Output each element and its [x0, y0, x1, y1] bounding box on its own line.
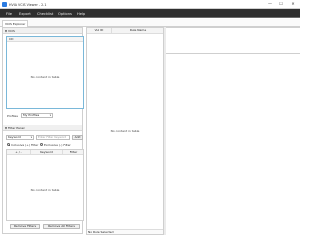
add-filter-button[interactable]: Add: [72, 135, 83, 140]
vcis-section-header[interactable]: ▼VCIS: [3, 28, 82, 34]
inclusive-filter-radio[interactable]: [7, 143, 10, 146]
column-vul-id[interactable]: Vul ID: [87, 28, 112, 34]
rule-status: No Rule Selected: [87, 229, 163, 234]
chevron-down-icon: ▾: [30, 136, 32, 139]
chevron-down-icon: ▼: [5, 30, 7, 33]
exclusive-filter-radio[interactable]: [40, 143, 43, 146]
inclusive-filter-label: Inclusive (+) Filter: [11, 143, 39, 147]
filter-empty-text: No content in table: [30, 188, 60, 192]
chevron-down-icon: ▾: [49, 114, 51, 117]
exclusive-filter-label: Exclusive (-) Filter: [44, 143, 71, 147]
vcis-section-title: VCIS: [8, 29, 15, 33]
filter-table-header: + / - Keyword Filter: [7, 150, 83, 155]
filter-panel-header[interactable]: ▼Filter Panel: [3, 125, 82, 131]
tab-strip: VCIS Explorer: [0, 19, 300, 27]
maximize-button[interactable]: ☐: [276, 0, 286, 8]
remove-all-filters-button[interactable]: Remove All Filters: [43, 224, 80, 229]
title-bar: HVIA VCIS Viewer - 2.1 — ☐ ✕: [0, 0, 300, 9]
filter-panel-title: Filter Panel: [8, 126, 25, 130]
filter-type-value: Keyword: [8, 135, 21, 139]
tab-vcis-explorer[interactable]: VCIS Explorer: [2, 20, 29, 27]
rules-table[interactable]: Vul ID Rule Name No content in table No …: [86, 27, 164, 235]
profiles-select-value: My Profiles: [23, 113, 40, 117]
filter-type-select[interactable]: Keyword ▾: [6, 135, 34, 140]
filter-table[interactable]: + / - Keyword Filter No content in table: [6, 149, 84, 221]
column-filter[interactable]: Filter: [63, 150, 84, 155]
vcis-table[interactable]: CD No content in table: [6, 36, 84, 109]
profiles-label: Profiles: [7, 114, 18, 118]
menu-checklist[interactable]: Checklist: [37, 12, 53, 16]
rule-details-top-pane: [166, 27, 300, 54]
vcis-table-header: CD: [7, 37, 83, 42]
chevron-down-icon: ▼: [5, 127, 7, 130]
close-button[interactable]: ✕: [288, 0, 298, 8]
column-rule-name[interactable]: Rule Name: [112, 28, 164, 34]
left-panel: ▼VCIS CD No content in table Profiles My…: [2, 27, 84, 234]
profiles-select[interactable]: My Profiles ▾: [21, 113, 53, 118]
minimize-button[interactable]: —: [265, 0, 275, 8]
rule-details-pane: [166, 55, 300, 235]
rules-empty-text: No content in table: [110, 129, 140, 133]
remove-filters-button[interactable]: Remove Filters: [10, 224, 40, 229]
menu-export[interactable]: Export: [19, 12, 31, 16]
column-keyword[interactable]: Keyword: [31, 150, 63, 155]
menu-help[interactable]: Help: [77, 12, 85, 16]
menu-options[interactable]: Options: [58, 12, 72, 16]
filter-keyword-input[interactable]: Enter Filter Keyword: [36, 135, 70, 140]
app-icon: [2, 2, 7, 7]
window-title: HVIA VCIS Viewer - 2.1: [9, 2, 47, 7]
rules-table-header: Vul ID Rule Name: [87, 28, 163, 34]
menu-file[interactable]: File: [6, 12, 12, 16]
vcis-empty-text: No content in table: [30, 75, 60, 79]
column-plus-minus[interactable]: + / -: [7, 150, 31, 155]
menu-bar: File Export Checklist Options Help: [0, 9, 300, 18]
